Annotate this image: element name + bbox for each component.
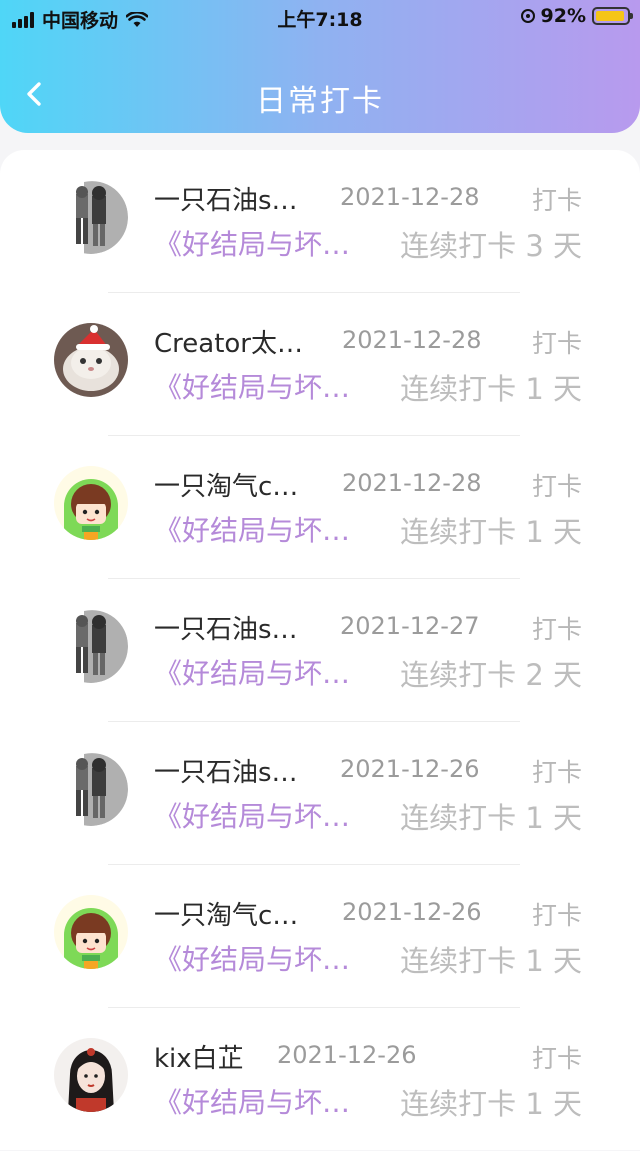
book-title-link[interactable]: 《好结局与坏… [154, 223, 350, 263]
user-name[interactable]: 一只淘气c… [154, 466, 298, 503]
checkin-row[interactable]: 一只石油s… 2021-12-28 打卡《好结局与坏… 连续打卡 3 天 [0, 150, 640, 293]
checkin-date: 2021-12-26 [277, 1041, 417, 1069]
page-title: 日常打卡 [256, 84, 384, 119]
checkin-row[interactable]: kix白芷 2021-12-26 打卡《好结局与坏… 连续打卡 1 天 [0, 1008, 640, 1151]
user-name[interactable]: kix白芷 [154, 1038, 244, 1075]
girl-portrait-avatar-icon[interactable] [54, 1038, 128, 1112]
streak-count: 连续打卡 1 天 [400, 372, 582, 406]
battery-icon [592, 7, 633, 25]
checkin-label: 打卡 [531, 615, 582, 644]
checkin-list: 一只石油s… 2021-12-28 打卡 《好结局与坏… 连续打卡 3 天 Creator… [0, 150, 640, 1150]
streak-count: 连续打卡 1 天 [400, 801, 582, 835]
status-bar: 中国移动 上午7:18 92% [0, 0, 640, 36]
header: 中国移动 上午7:18 92% 日常打卡 [0, 0, 640, 133]
user-name[interactable]: 一只石油s… [154, 752, 298, 789]
book-title-link[interactable]: 《好结局与坏… [154, 938, 350, 978]
checkin-date: 2021-12-26 [340, 755, 480, 783]
checkin-date: 2021-12-26 [342, 898, 482, 926]
checkin-date: 2021-12-28 [340, 183, 480, 211]
green-hood-girl-avatar-icon[interactable] [54, 466, 128, 540]
book-title-link[interactable]: 《好结局与坏… [154, 1081, 350, 1121]
checkin-date: 2021-12-28 [342, 326, 482, 354]
streak-count: 连续打卡 3 天 [400, 229, 582, 263]
streak-count: 连续打卡 1 天 [400, 944, 582, 978]
user-name[interactable]: 一只石油s… [154, 609, 298, 646]
rotation-lock-icon [520, 9, 535, 23]
checkin-label: 打卡 [531, 472, 582, 501]
streak-count: 连续打卡 1 天 [400, 515, 582, 549]
grey-figures-avatar-icon[interactable] [54, 609, 128, 683]
streak-count: 连续打卡 1 天 [400, 1087, 582, 1121]
book-title-link[interactable]: 《好结局与坏… [154, 366, 350, 406]
checkin-row[interactable]: 一只石油s… 2021-12-27 打卡《好结局与坏… 连续打卡 2 天 [0, 579, 640, 722]
checkin-label: 打卡 [531, 186, 582, 215]
grey-figures-avatar-icon[interactable] [54, 180, 128, 254]
user-name[interactable]: Creator太… [154, 323, 303, 360]
green-hood-girl-avatar-icon[interactable] [54, 895, 128, 969]
nav-bar: 日常打卡 [0, 60, 640, 132]
book-title-link[interactable]: 《好结局与坏… [154, 509, 350, 549]
user-name[interactable]: 一只淘气c… [154, 895, 298, 932]
checkin-row[interactable]: 一只石油s… 2021-12-26 打卡《好结局与坏… 连续打卡 1 天 [0, 722, 640, 865]
checkin-label: 打卡 [531, 901, 582, 930]
grey-figures-avatar-icon[interactable] [54, 752, 128, 826]
book-title-link[interactable]: 《好结局与坏… [154, 795, 350, 835]
checkin-label: 打卡 [531, 758, 582, 787]
checkin-label: 打卡 [531, 329, 582, 358]
checkin-date: 2021-12-28 [342, 469, 482, 497]
checkin-date: 2021-12-27 [340, 612, 480, 640]
checkin-label: 打卡 [531, 1044, 582, 1073]
user-name[interactable]: 一只石油s… [154, 180, 298, 217]
checkin-row[interactable]: Creator太… 2021-12-28 打卡《好结局与坏… 连续打卡 1 天 [0, 293, 640, 436]
checkin-row[interactable]: 一只淘气c… 2021-12-26 打卡《好结局与坏… 连续打卡 1 天 [0, 865, 640, 1008]
checkin-row[interactable]: 一只淘气c… 2021-12-28 打卡《好结局与坏… 连续打卡 1 天 [0, 436, 640, 579]
cat-santa-hat-avatar-icon[interactable] [54, 323, 128, 397]
streak-count: 连续打卡 2 天 [400, 658, 582, 692]
book-title-link[interactable]: 《好结局与坏… [154, 652, 350, 692]
battery-percent: 92% [540, 5, 586, 27]
